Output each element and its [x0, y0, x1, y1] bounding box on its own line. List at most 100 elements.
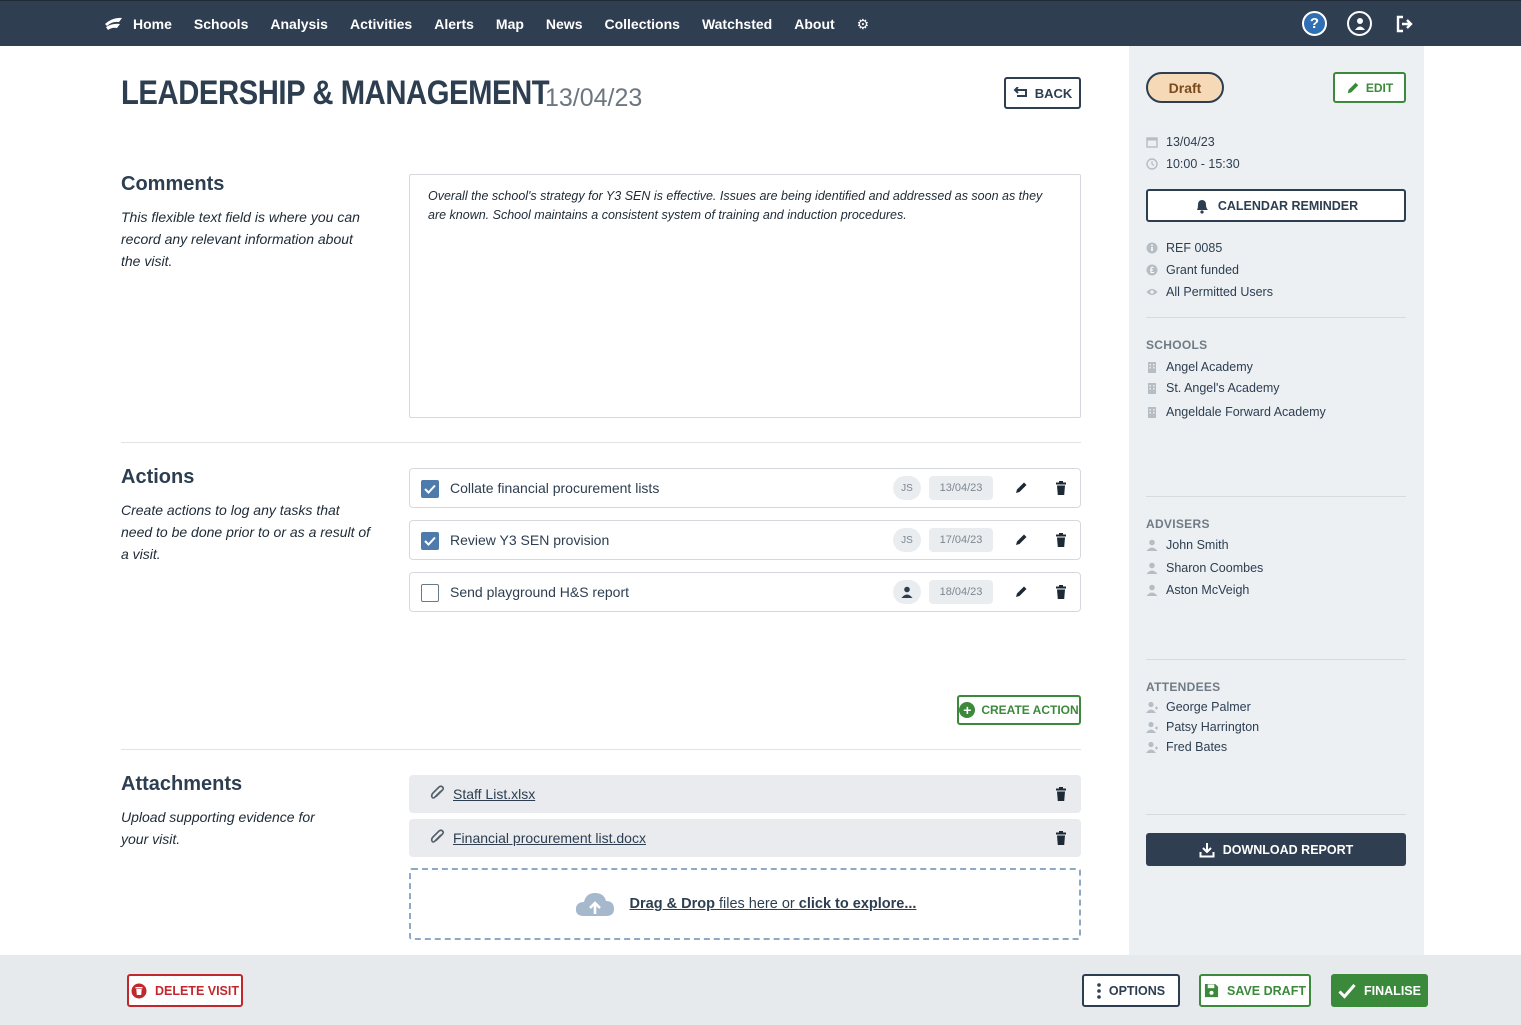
delete-visit-button[interactable]: DELETE VISIT — [127, 974, 243, 1007]
section-divider — [121, 442, 1081, 443]
school-name[interactable]: Angel Academy — [1166, 360, 1253, 374]
attachment-link[interactable]: Financial procurement list.docx — [453, 830, 646, 846]
building-icon — [1146, 361, 1158, 373]
currency-icon — [1146, 264, 1158, 276]
nav-home[interactable]: Home — [133, 16, 172, 32]
dropzone-mid-text: files here or — [714, 896, 799, 912]
create-action-button[interactable]: + CREATE ACTION — [957, 695, 1081, 725]
drag-drop-text: Drag & Drop — [629, 896, 715, 912]
edit-button[interactable]: EDIT — [1333, 72, 1406, 103]
trash-icon[interactable] — [1053, 584, 1069, 600]
eye-icon — [1146, 286, 1158, 298]
finalise-label: FINALISE — [1364, 983, 1421, 998]
sidebar-divider — [1146, 659, 1406, 660]
sidebar-divider — [1146, 317, 1406, 318]
visit-time: 10:00 - 15:30 — [1146, 157, 1240, 171]
nav-activities[interactable]: Activities — [350, 16, 412, 32]
finalise-button[interactable]: FINALISE — [1331, 974, 1428, 1007]
logout-icon[interactable] — [1392, 11, 1417, 36]
visibility-text: All Permitted Users — [1166, 285, 1273, 299]
file-dropzone[interactable]: Drag & Drop files here or click to explo… — [409, 868, 1081, 940]
trash-icon — [131, 983, 147, 998]
options-button[interactable]: OPTIONS — [1082, 974, 1180, 1007]
trash-icon[interactable] — [1053, 830, 1069, 846]
unassigned-user-icon[interactable] — [893, 580, 921, 604]
nav-about[interactable]: About — [794, 16, 834, 32]
attachments-heading: Attachments — [121, 773, 243, 795]
save-draft-label: SAVE DRAFT — [1227, 983, 1306, 998]
action-item: Review Y3 SEN provision JS 17/04/23 — [409, 520, 1081, 560]
trash-icon[interactable] — [1053, 532, 1069, 548]
action-checkbox[interactable] — [421, 584, 439, 602]
adviser-name: Sharon Coombes — [1166, 561, 1264, 575]
attachment-item: Staff List.xlsx — [409, 775, 1081, 813]
pencil-icon[interactable] — [1013, 584, 1029, 600]
back-button[interactable]: BACK — [1004, 77, 1081, 109]
user-profile-icon[interactable] — [1347, 11, 1372, 36]
back-button-label: BACK — [1034, 85, 1073, 101]
funding-text: Grant funded — [1166, 263, 1239, 277]
trash-icon[interactable] — [1053, 786, 1069, 802]
logo-icon[interactable] — [103, 15, 123, 33]
nav-collections[interactable]: Collections — [604, 16, 679, 32]
comments-textarea[interactable]: Overall the school's strategy for Y3 SEN… — [409, 174, 1081, 418]
download-report-button[interactable]: DOWNLOAD REPORT — [1146, 833, 1406, 866]
bell-icon — [1196, 199, 1208, 214]
funding-info: Grant funded — [1146, 263, 1239, 277]
action-checkbox[interactable] — [421, 480, 439, 498]
calendar-reminder-label: CALENDAR REMINDER — [1217, 198, 1359, 213]
plus-circle-icon: + — [959, 702, 976, 718]
visibility-info: All Permitted Users — [1146, 285, 1273, 299]
back-arrow-icon — [1013, 87, 1027, 97]
gear-icon[interactable]: ⚙ — [857, 17, 871, 31]
floppy-disk-icon — [1204, 983, 1219, 998]
attachments-description: Upload supporting evidence for your visi… — [121, 809, 315, 847]
pencil-icon[interactable] — [1013, 480, 1029, 496]
nav-schools[interactable]: Schools — [194, 16, 248, 32]
attachment-link[interactable]: Staff List.xlsx — [453, 786, 535, 802]
person-plus-icon — [1146, 721, 1158, 733]
person-plus-icon — [1146, 741, 1158, 753]
attachment-item: Financial procurement list.docx — [409, 819, 1081, 857]
create-action-label: CREATE ACTION — [981, 703, 1079, 717]
building-icon — [1146, 406, 1158, 418]
school-name[interactable]: St. Angel's Academy — [1166, 381, 1280, 395]
trash-icon[interactable] — [1053, 480, 1069, 496]
calendar-reminder-button[interactable]: CALENDAR REMINDER — [1146, 189, 1406, 222]
check-icon — [424, 536, 436, 546]
attendee-name: George Palmer — [1166, 700, 1251, 714]
nav-watchsted[interactable]: Watchsted — [702, 16, 772, 32]
visit-date-text: 13/04/23 — [1166, 135, 1215, 149]
person-icon — [1146, 584, 1158, 596]
status-badge: Draft — [1146, 72, 1224, 103]
nav-news[interactable]: News — [546, 16, 583, 32]
save-draft-button[interactable]: SAVE DRAFT — [1199, 974, 1311, 1007]
click-to-explore-link[interactable]: click to explore... — [799, 896, 917, 912]
school-item: Angel Academy — [1146, 360, 1253, 374]
actions-description: Create actions to log any tasks that nee… — [121, 502, 371, 562]
calendar-icon — [1146, 136, 1158, 148]
edit-button-label: EDIT — [1365, 80, 1394, 95]
visit-time-text: 10:00 - 15:30 — [1166, 157, 1240, 171]
school-name[interactable]: Angeldale Forward Academy — [1166, 405, 1326, 419]
dropzone-text: Drag & Drop files here or click to explo… — [630, 896, 917, 912]
action-label: Send playground H&S report — [450, 584, 629, 600]
school-item: St. Angel's Academy — [1146, 381, 1280, 395]
assignee-badge: JS — [893, 476, 921, 500]
attendee-item: Fred Bates — [1146, 740, 1227, 754]
nav-analysis[interactable]: Analysis — [270, 16, 328, 32]
help-icon[interactable]: ? — [1302, 11, 1327, 36]
action-checkbox[interactable] — [421, 532, 439, 550]
info-icon — [1146, 242, 1158, 254]
paperclip-icon — [430, 829, 445, 843]
adviser-item: Aston McVeigh — [1146, 583, 1249, 597]
nav-map[interactable]: Map — [496, 16, 524, 32]
action-item: Collate financial procurement lists JS 1… — [409, 468, 1081, 508]
due-date-badge: 13/04/23 — [929, 476, 993, 500]
pencil-icon[interactable] — [1013, 532, 1029, 548]
download-report-label: DOWNLOAD REPORT — [1222, 842, 1354, 857]
assignee-badge: JS — [893, 528, 921, 552]
action-item: Send playground H&S report 18/04/23 — [409, 572, 1081, 612]
sidebar-divider — [1146, 814, 1406, 815]
nav-alerts[interactable]: Alerts — [434, 16, 474, 32]
